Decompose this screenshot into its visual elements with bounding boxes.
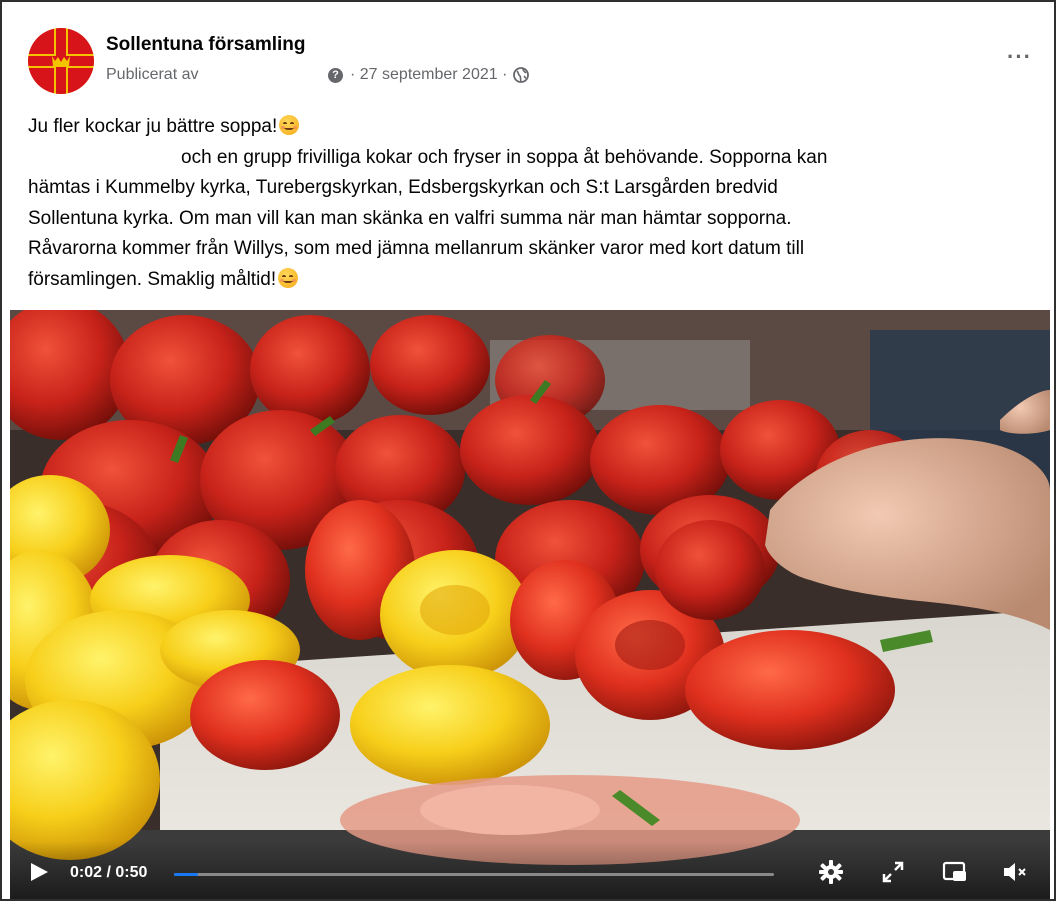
play-icon[interactable] xyxy=(28,861,50,883)
post-text-line: Ju fler kockar ju bättre soppa! xyxy=(28,112,1028,143)
video-progress-bar[interactable] xyxy=(174,873,774,876)
post-header: Sollentuna församling Publicerat av ? · … xyxy=(28,28,1038,98)
video-player[interactable]: 0:02 / 0:50 xyxy=(10,310,1050,899)
post-text-line: hämtas i Kummelby kyrka, Turebergskyrkan… xyxy=(28,177,778,198)
published-by-label[interactable]: Publicerat av xyxy=(106,66,328,84)
more-options-button[interactable]: ··· xyxy=(1007,44,1032,70)
volume-muted-icon[interactable] xyxy=(1002,859,1028,885)
settings-gear-icon[interactable] xyxy=(818,859,844,885)
post-text-line: Sollentuna kyrka. Om man vill kan man sk… xyxy=(28,207,792,229)
post-date-link[interactable]: · 27 september 2021 · xyxy=(350,66,507,84)
post-text-line: församlingen. Smaklig måltid! xyxy=(28,265,1028,296)
smiling-face-emoji-icon xyxy=(279,115,300,135)
post-text-line: Råvarorna kommer från Willys, som med jä… xyxy=(28,238,805,259)
video-controls: 0:02 / 0:50 xyxy=(10,841,1050,899)
fullscreen-expand-icon[interactable] xyxy=(880,859,906,885)
video-frame-peppers xyxy=(10,310,1050,899)
post-text-line: och en grupp frivilliga kokar och fryser… xyxy=(181,146,828,168)
page-name-link[interactable]: Sollentuna församling xyxy=(106,34,306,56)
church-logo-icon xyxy=(28,28,94,94)
video-time: 0:02 / 0:50 xyxy=(70,864,148,881)
picture-in-picture-icon[interactable] xyxy=(942,859,968,885)
help-icon[interactable]: ? xyxy=(328,67,343,83)
post-text: Ju fler kockar ju bättre soppa! och en g… xyxy=(28,112,1028,295)
globe-icon[interactable] xyxy=(513,67,530,83)
smiling-face-emoji-icon xyxy=(278,267,299,288)
video-progress-fill xyxy=(174,873,198,876)
page-avatar[interactable] xyxy=(28,28,94,94)
facebook-post: Sollentuna församling Publicerat av ? · … xyxy=(0,0,1056,901)
post-meta: Publicerat av ? · 27 september 2021 · xyxy=(106,66,530,84)
